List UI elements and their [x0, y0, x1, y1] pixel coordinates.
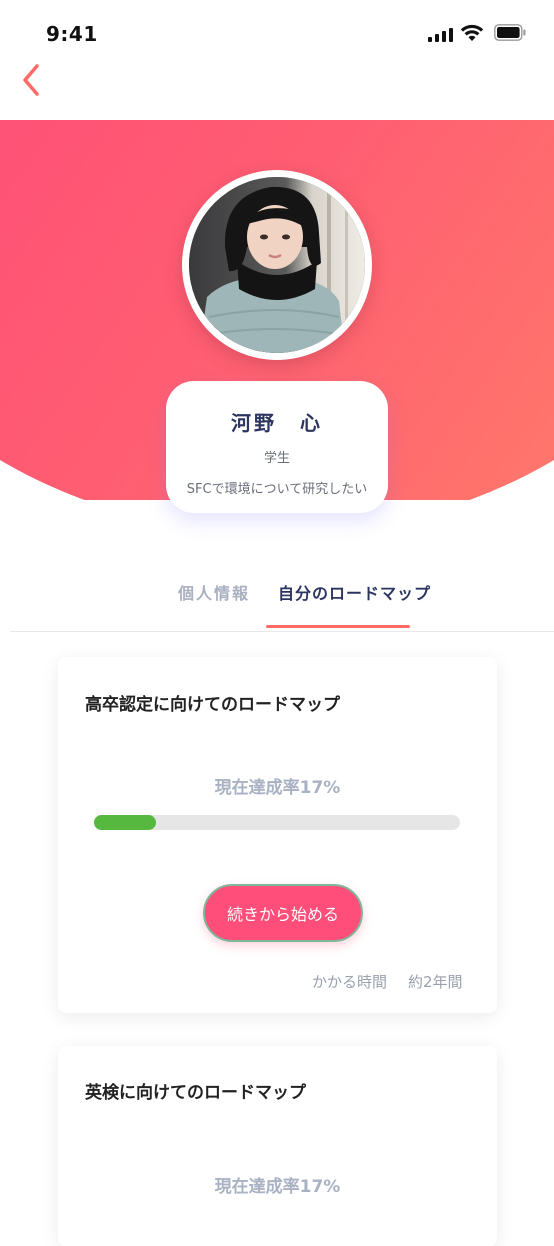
avatar-photo — [189, 177, 365, 353]
signal-icon — [428, 28, 453, 42]
progress-bar — [94, 815, 460, 830]
status-time: 9:41 — [46, 22, 98, 46]
profile-role: 学生 — [263, 451, 290, 466]
back-button[interactable] — [18, 62, 46, 98]
wifi-icon — [460, 24, 484, 41]
duration-label: かかる時間 — [312, 973, 388, 991]
profile-name: 河野 心 — [231, 411, 323, 435]
tab-my-roadmap[interactable]: 自分のロードマップ — [278, 580, 431, 604]
tab-personal-info[interactable]: 個人情報 — [178, 580, 250, 604]
progress-label: 現在達成率17% — [214, 778, 341, 798]
progress-label: 現在達成率17% — [214, 1177, 341, 1197]
battery-icon — [494, 24, 526, 41]
duration-value: 約2年間 — [408, 973, 463, 991]
tab-divider — [10, 631, 554, 632]
progress-bar-fill — [94, 815, 157, 830]
profile-description: SFCで環境について研究したい — [186, 482, 368, 497]
continue-button[interactable]: 続きから始める — [203, 884, 363, 942]
tab-active-indicator — [266, 625, 410, 628]
roadmap-title: 高卒認定に向けてのロードマップ — [85, 695, 340, 715]
roadmap-card[interactable]: 高卒認定に向けてのロードマップ 現在達成率17% 続きから始める かかる時間 約… — [58, 657, 497, 1013]
avatar — [182, 170, 372, 360]
profile-card: 河野 心 学生 SFCで環境について研究したい — [166, 381, 388, 513]
roadmap-card[interactable]: 英検に向けてのロードマップ 現在達成率17% — [58, 1046, 497, 1246]
status-bar: 9:41 — [0, 0, 554, 60]
roadmap-title: 英検に向けてのロードマップ — [85, 1083, 306, 1103]
